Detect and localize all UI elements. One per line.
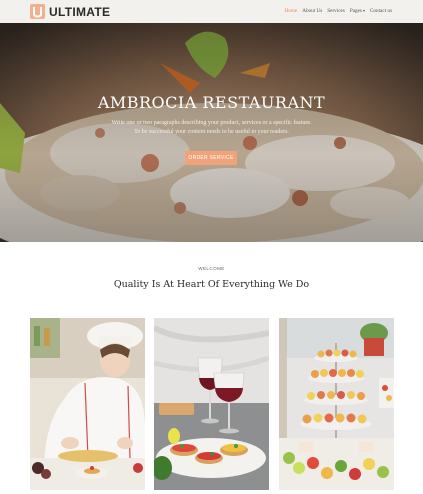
logo-icon xyxy=(30,4,45,19)
main-menu: Home About Us Services Pages Contact us xyxy=(285,8,392,14)
section-eyebrow: WELCOME xyxy=(198,266,225,271)
section-heading: Quality Is At Heart Of Everything We Do xyxy=(113,279,310,290)
nav-contact[interactable]: Contact us xyxy=(370,8,392,14)
chef-decorating-tarts-photo xyxy=(30,318,145,490)
brand-name: ULTIMATE xyxy=(49,4,111,19)
hero-subtitle-line-1: Write one or two paragraphs describing y… xyxy=(111,120,312,126)
feature-card-buffet[interactable] xyxy=(279,318,394,490)
nav-home[interactable]: Home xyxy=(285,8,298,14)
feature-card-chef[interactable] xyxy=(30,318,145,490)
navbar: ULTIMATE Home About Us Services Pages Co… xyxy=(0,0,423,24)
feature-card-wine[interactable] xyxy=(154,318,269,490)
order-service-button[interactable]: ORDER SERVICE xyxy=(185,151,237,165)
hero-subtitle: Write one or two paragraphs describing y… xyxy=(80,119,343,137)
nav-pages[interactable]: Pages xyxy=(350,8,365,14)
nav-services[interactable]: Services xyxy=(327,8,345,14)
brand-logo[interactable]: ULTIMATE xyxy=(30,4,110,19)
chevron-down-icon xyxy=(362,9,365,12)
nav-pages-label: Pages xyxy=(349,8,362,14)
wine-glasses-and-bruschetta-photo xyxy=(154,318,269,490)
hero-banner: AMBROCIA RESTAURANT Write one or two par… xyxy=(0,23,423,242)
nav-about[interactable]: About Us xyxy=(302,8,322,14)
dessert-buffet-photo xyxy=(279,318,394,490)
hero-title: AMBROCIA RESTAURANT xyxy=(97,93,326,112)
hero-subtitle-line-2: To be successful your content needs to b… xyxy=(134,129,289,135)
